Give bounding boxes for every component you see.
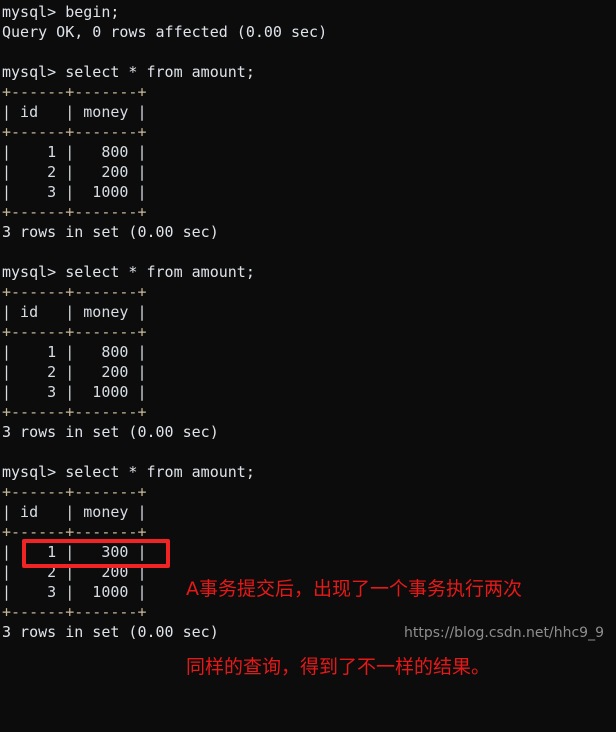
- terminal-line: | id | money |: [2, 103, 147, 121]
- terminal-line: mysql> select * from amount;: [2, 463, 255, 481]
- annotation-line-1: A事务提交后，出现了一个事务执行两次: [186, 578, 522, 600]
- terminal-window[interactable]: mysql> begin; Query OK, 0 rows affected (…: [0, 0, 616, 678]
- terminal-line: | 2 | 200 |: [2, 163, 147, 181]
- terminal-line: | id | money |: [2, 503, 147, 521]
- terminal-line: | 1 | 800 |: [2, 143, 147, 161]
- terminal-line: mysql> begin;: [2, 3, 120, 21]
- terminal-line: 3 rows in set (0.00 sec): [2, 223, 219, 241]
- terminal-line: | 1 | 800 |: [2, 343, 147, 361]
- terminal-line: +------+-------+: [2, 203, 147, 221]
- terminal-line: +------+-------+: [2, 483, 147, 501]
- terminal-line: | id | money |: [2, 303, 147, 321]
- annotation-line-2: 同样的查询，得到了不一样的结果。: [186, 656, 491, 678]
- terminal-line: | 3 | 1000 |: [2, 383, 147, 401]
- terminal-line: | 2 | 200 |: [2, 363, 147, 381]
- terminal-line: 3 rows in set (0.00 sec): [2, 423, 219, 441]
- terminal-line: +------+-------+: [2, 403, 147, 421]
- terminal-line: mysql> select * from amount;: [2, 63, 255, 81]
- terminal-line: +------+-------+: [2, 283, 147, 301]
- csdn-watermark: https://blog.csdn.net/hhc9_9: [403, 625, 604, 641]
- terminal-line: +------+-------+: [2, 123, 147, 141]
- terminal-line: | 3 | 1000 |: [2, 183, 147, 201]
- terminal-line: +------+-------+: [2, 83, 147, 101]
- terminal-line: Query OK, 0 rows affected (0.00 sec): [2, 23, 328, 41]
- terminal-line: +------+-------+: [2, 323, 147, 341]
- terminal-line: mysql> select * from amount;: [2, 263, 255, 281]
